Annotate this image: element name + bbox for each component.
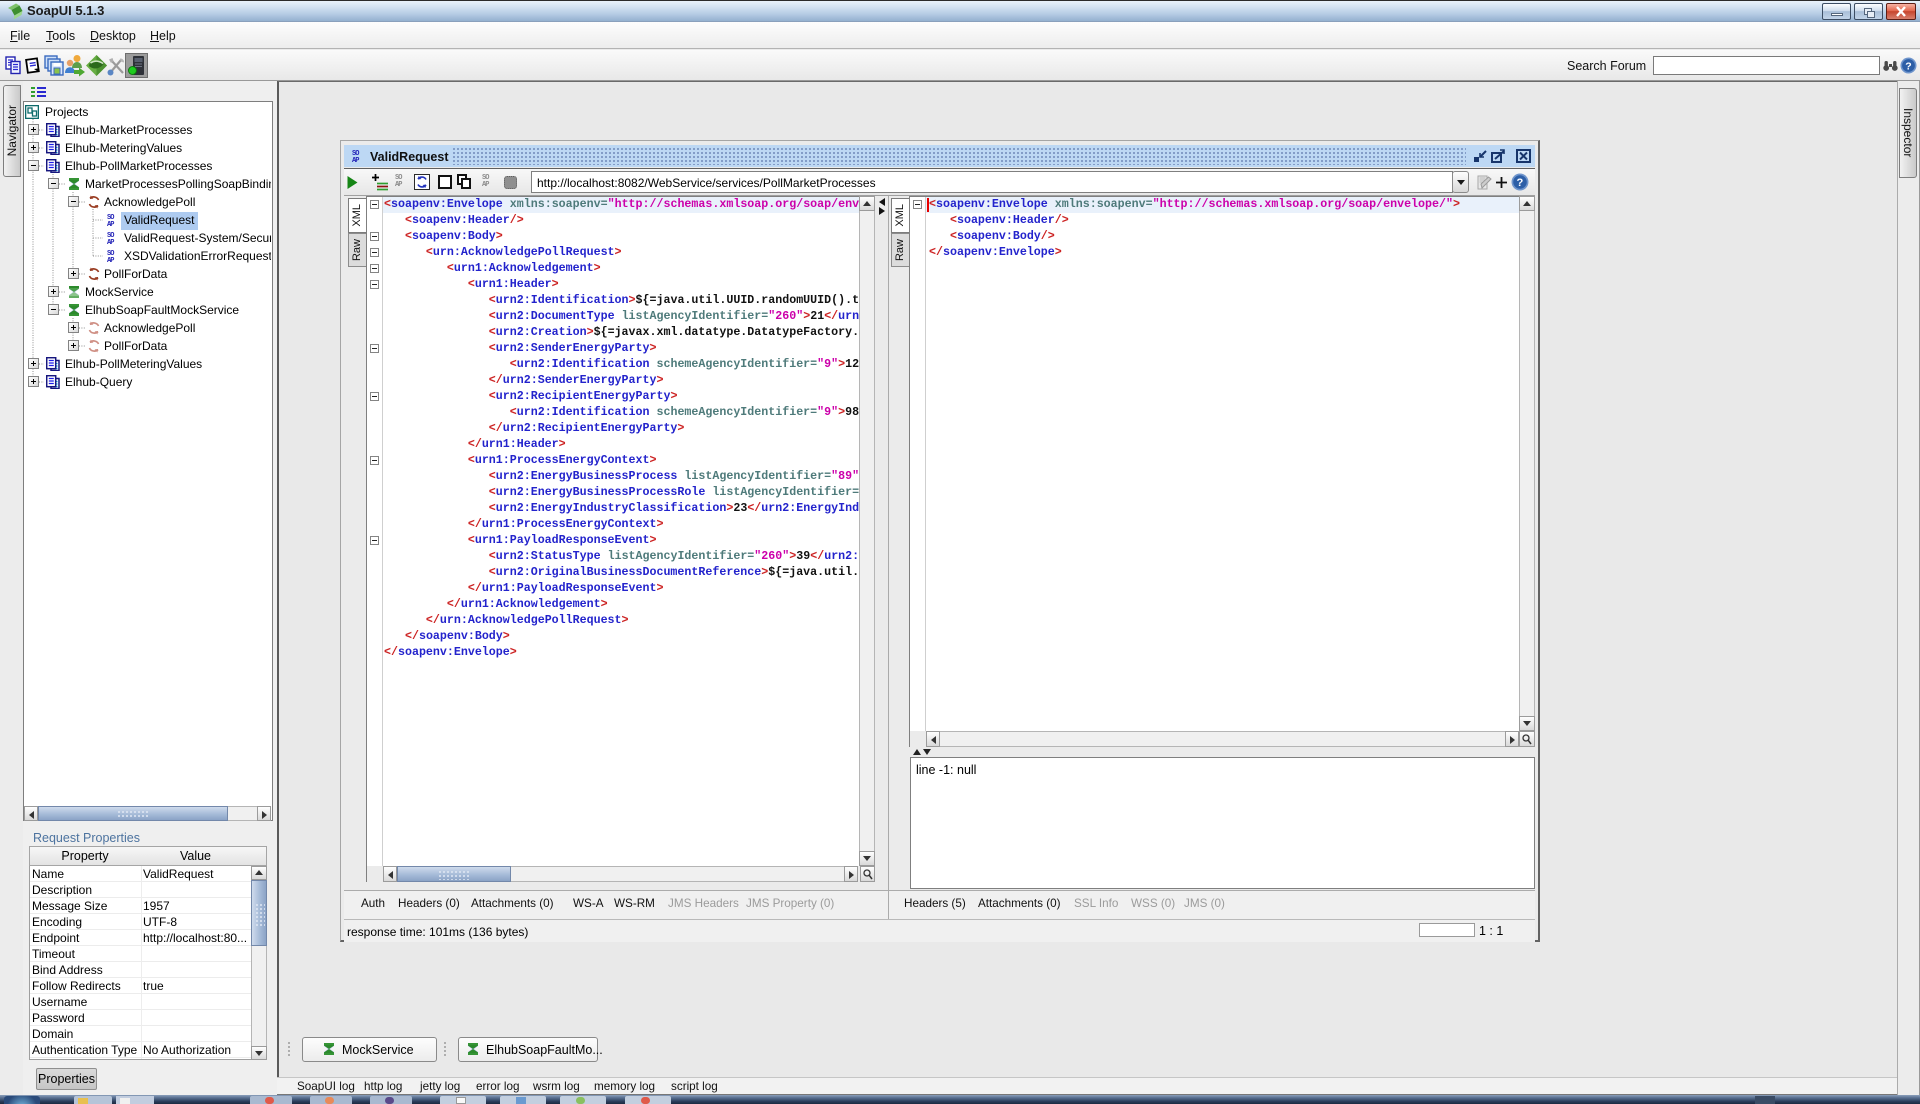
svg-text:?: ?: [1517, 177, 1524, 189]
svg-text:?: ?: [1905, 61, 1911, 73]
